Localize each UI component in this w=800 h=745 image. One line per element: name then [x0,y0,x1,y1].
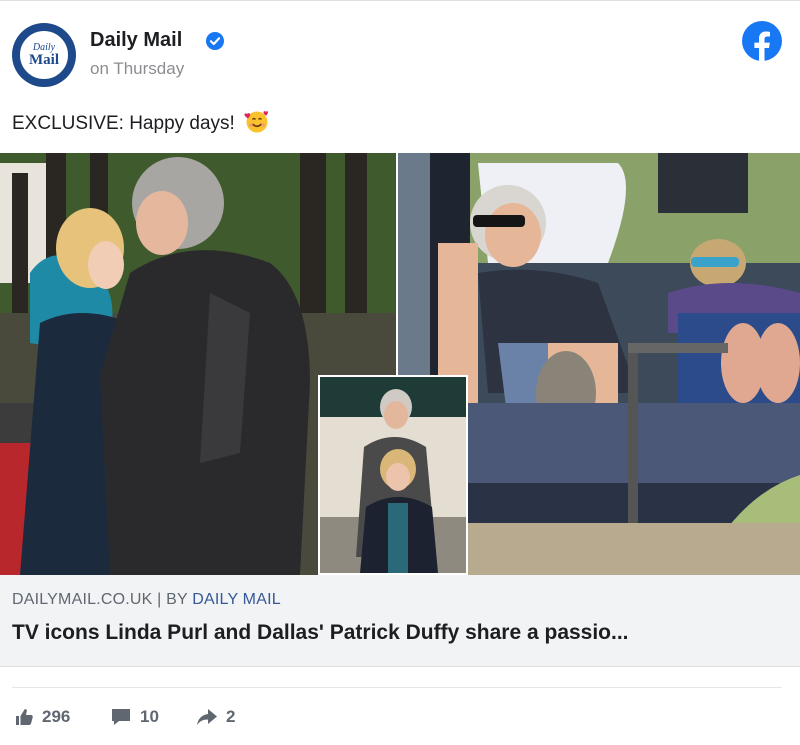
facebook-icon[interactable] [742,21,782,61]
comment-count[interactable]: 10 [110,707,159,727]
post-caption: EXCLUSIVE: Happy days! [12,109,270,135]
comment-count-value: 10 [140,707,159,726]
link-domain: DAILYMAIL.CO.UK [12,591,153,608]
logo-line2: Mail [29,51,59,68]
share-count[interactable]: 2 [196,707,235,727]
smiling-face-with-hearts-icon [244,111,269,133]
share-icon [197,709,217,725]
like-count[interactable]: 296 [14,707,70,727]
footer-divider [12,687,782,688]
page-avatar[interactable]: Daily Mail [12,23,76,87]
link-preview[interactable]: DAILYMAIL.CO.UK | BY DAILY MAIL TV icons… [0,575,800,667]
like-icon [16,709,33,725]
like-count-value: 296 [42,707,71,726]
post-timestamp[interactable]: on Thursday [90,59,184,79]
logo-line1: Daily [32,41,56,53]
link-title[interactable]: TV icons Linda Purl and Dallas' Patrick … [12,621,629,645]
comment-icon [112,709,130,725]
link-author[interactable]: DAILY MAIL [192,591,281,608]
share-count-value: 2 [226,707,236,726]
link-by-separator: | BY [152,591,193,608]
facebook-post: Daily Mail Daily Mail on Thursday EXCLUS… [0,0,800,745]
caption-text: EXCLUSIVE: Happy days! [12,113,235,134]
page-name[interactable]: Daily Mail [90,29,182,52]
link-source: DAILYMAIL.CO.UK | BY DAILY MAIL [12,591,281,609]
daily-mail-logo: Daily Mail [18,29,70,81]
verified-icon [206,32,224,50]
post-photo-inset[interactable] [318,375,468,575]
couple-walking-photo [320,377,466,573]
